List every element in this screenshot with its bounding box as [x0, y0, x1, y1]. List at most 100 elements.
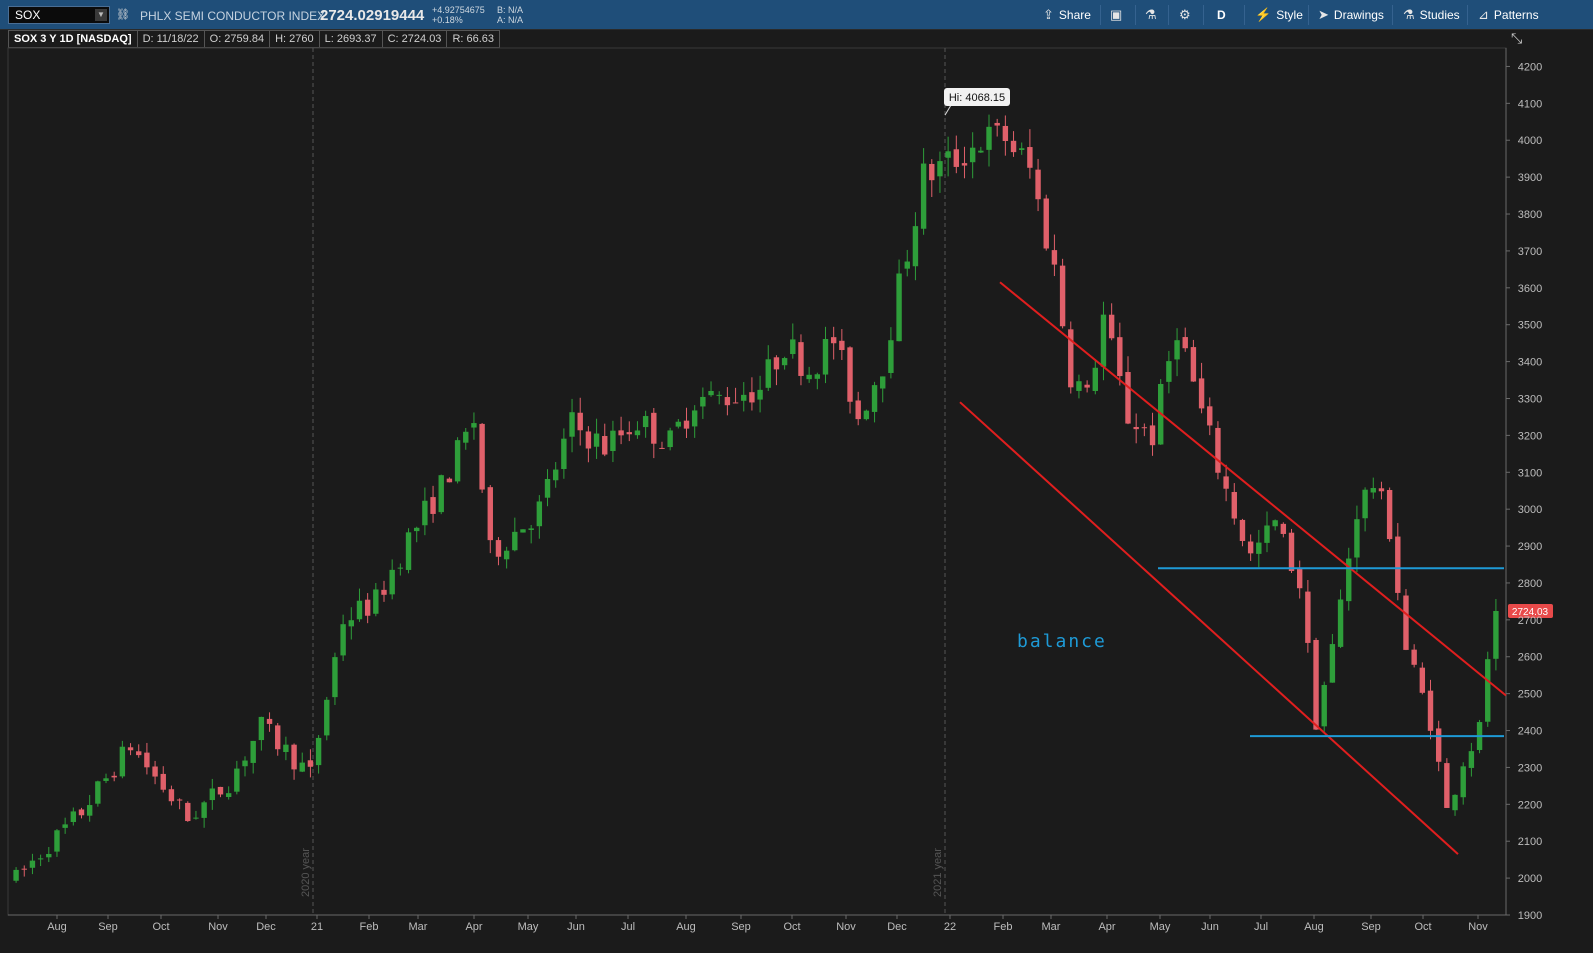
- candle-body: [1108, 314, 1115, 339]
- candle-body: [315, 737, 322, 766]
- candle-body: [1321, 684, 1327, 727]
- candle-body: [307, 760, 314, 767]
- candle-body: [749, 392, 755, 403]
- candle-body: [1010, 140, 1017, 153]
- candle-body: [520, 529, 526, 533]
- candle-body: [1092, 367, 1098, 391]
- candle-body: [1468, 751, 1475, 768]
- candle-body: [1027, 147, 1033, 168]
- candle-body: [806, 374, 812, 380]
- candle-body: [136, 751, 142, 756]
- x-tick-label: Dec: [887, 921, 907, 933]
- candle-body: [651, 412, 657, 444]
- candle-body: [111, 775, 117, 778]
- x-tick-label: Jun: [567, 921, 585, 933]
- candle-body: [348, 620, 354, 627]
- candle-body: [242, 760, 248, 767]
- candle-body: [561, 438, 567, 469]
- candle-body: [602, 435, 608, 455]
- candle-body: [577, 412, 583, 431]
- candle-body: [732, 402, 739, 404]
- price-chart[interactable]: 2020 year 2021 year balanceHi: 4068.15272…: [0, 0, 1593, 953]
- candle-body: [691, 410, 698, 427]
- candle-body: [961, 163, 968, 166]
- candle-body: [512, 531, 518, 551]
- y-tick-label: 2400: [1518, 726, 1542, 738]
- candle-body: [160, 773, 166, 790]
- x-tick-label: Dec: [256, 921, 276, 933]
- candle-body: [62, 824, 68, 828]
- candle-body: [1403, 595, 1409, 650]
- candle-body: [275, 725, 281, 750]
- candle-body: [86, 805, 93, 816]
- candle-body: [1305, 591, 1311, 643]
- candle-body: [1174, 340, 1180, 360]
- candle-body: [781, 358, 788, 366]
- x-tick-label: May: [1150, 921, 1171, 933]
- candle-body: [119, 746, 126, 777]
- candle-body: [1133, 426, 1139, 430]
- candle-body: [291, 744, 297, 770]
- candle-body: [978, 150, 984, 153]
- y-tick-label: 3800: [1518, 209, 1542, 221]
- candle-body: [503, 550, 510, 560]
- candle-body: [127, 747, 134, 751]
- candle-body: [1239, 519, 1246, 541]
- candle-body: [863, 410, 870, 420]
- candle-body: [1215, 427, 1221, 473]
- x-tick-label: 22: [944, 921, 956, 933]
- candle-body: [765, 359, 771, 388]
- candle-body: [299, 762, 305, 772]
- candle-body: [168, 789, 175, 802]
- candle-body: [103, 778, 109, 781]
- candle-body: [1296, 569, 1303, 589]
- balance-annotation: balance: [1017, 631, 1107, 652]
- candle-body: [1264, 525, 1270, 543]
- candle-body: [1198, 378, 1205, 409]
- candle-body: [569, 412, 575, 437]
- candle-body: [1182, 337, 1188, 349]
- candle-body: [1313, 640, 1319, 730]
- candle-body: [258, 716, 265, 741]
- candle-body: [953, 149, 960, 167]
- candle-body: [822, 338, 829, 375]
- y-tick-label: 4100: [1518, 98, 1542, 110]
- candle-body: [1272, 520, 1278, 527]
- candle-body: [986, 126, 992, 150]
- candle-body: [324, 699, 330, 736]
- candle-body: [1190, 347, 1197, 382]
- candle-body: [438, 475, 444, 513]
- candle-body: [1125, 372, 1131, 424]
- candle-body: [1444, 763, 1450, 808]
- candle-body: [700, 396, 706, 407]
- candle-body: [945, 151, 951, 158]
- x-tick-label: Mar: [409, 921, 428, 933]
- candle-body: [585, 431, 592, 449]
- y-tick-label: 2300: [1518, 762, 1542, 774]
- candle-body: [929, 163, 935, 181]
- candle-body: [798, 342, 804, 376]
- y-tick-label: 2500: [1518, 689, 1542, 701]
- candle-body: [479, 423, 485, 490]
- y-tick-label: 3200: [1518, 430, 1542, 442]
- candle-body: [920, 163, 927, 229]
- candle-body: [1117, 337, 1123, 377]
- candle-body: [1247, 541, 1254, 554]
- plot-area: [7, 47, 1507, 916]
- y-tick-label: 3300: [1518, 393, 1542, 405]
- candle-body: [95, 781, 101, 804]
- candle-body: [994, 122, 1000, 126]
- x-tick-label: Aug: [1304, 921, 1324, 933]
- candle-body: [381, 589, 387, 595]
- y-tick-label: 4200: [1518, 61, 1542, 73]
- candle-body: [683, 420, 690, 429]
- candle-body: [626, 432, 632, 435]
- candle-body: [414, 527, 420, 532]
- candle-body: [1435, 728, 1442, 762]
- candle-body: [1059, 265, 1066, 327]
- candle-body: [193, 817, 199, 819]
- x-tick-label: Sep: [98, 921, 118, 933]
- x-tick-label: Sep: [731, 921, 751, 933]
- candle-body: [773, 357, 780, 370]
- candle-body: [1035, 169, 1041, 200]
